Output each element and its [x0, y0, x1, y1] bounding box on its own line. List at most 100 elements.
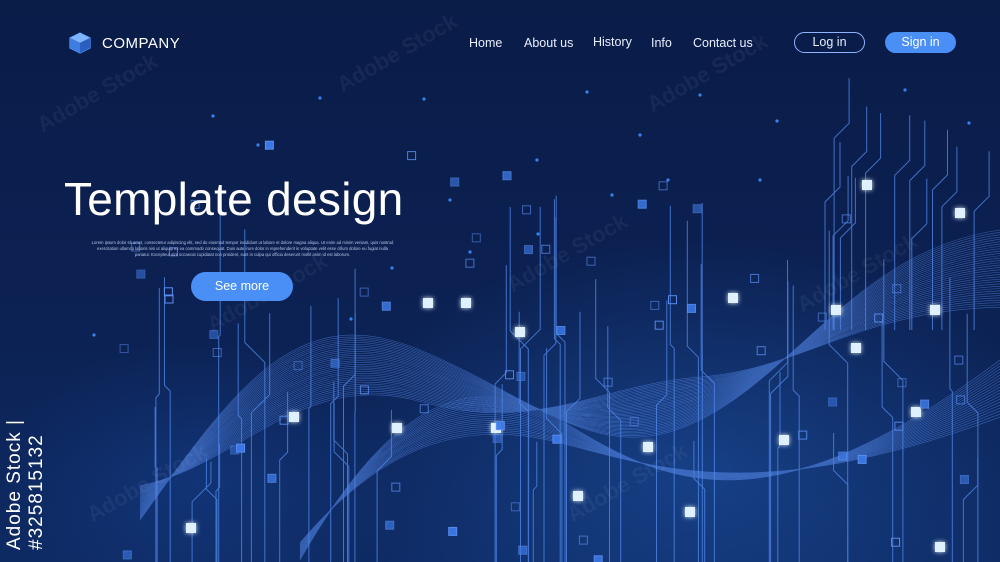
circuit-node — [556, 326, 566, 335]
circuit-trace — [520, 206, 541, 562]
nav-item-contact-us[interactable]: Contact us — [693, 36, 753, 50]
circuit-node — [448, 526, 458, 536]
circuit-trace — [553, 199, 561, 562]
circuit-trace — [546, 348, 563, 562]
circuit-node — [122, 550, 132, 560]
glowing-node — [685, 507, 695, 517]
circuit-node — [650, 300, 660, 310]
circuit-node — [828, 397, 838, 407]
mesh-wave-line — [139, 267, 1000, 504]
circuit-trace — [333, 381, 348, 562]
circuit-node — [586, 256, 596, 266]
circuit-node — [658, 181, 668, 191]
circuit-trace — [250, 313, 271, 562]
circuit-node — [492, 433, 502, 443]
mesh-wave-line — [299, 398, 1000, 549]
glowing-node — [935, 542, 945, 552]
mesh-wave-line — [139, 278, 1000, 499]
star-dot — [698, 93, 702, 97]
see-more-button[interactable]: See more — [191, 272, 293, 301]
circuit-node — [407, 151, 417, 161]
star-dot — [610, 193, 614, 197]
circuit-trace — [693, 440, 706, 562]
glowing-node — [911, 407, 921, 417]
circuit-node — [798, 430, 808, 440]
hero-title: Template design — [64, 173, 404, 225]
circuit-node — [857, 454, 867, 464]
circuit-trace — [833, 78, 850, 330]
circuit-trace — [376, 410, 392, 562]
nav-item-info[interactable]: Info — [651, 36, 672, 50]
circuit-node — [654, 320, 664, 330]
glowing-node — [831, 305, 841, 315]
glowing-node — [289, 412, 299, 422]
circuit-node — [687, 303, 696, 313]
star-dot — [92, 333, 96, 337]
circuit-node — [518, 545, 528, 555]
star-dot — [758, 178, 762, 182]
star-dot — [903, 88, 907, 92]
circuit-node — [419, 404, 429, 414]
star-dot — [318, 96, 322, 100]
glowing-node — [643, 442, 653, 452]
mesh-wave-line — [299, 386, 1000, 553]
circuit-node — [136, 269, 146, 279]
glowing-node — [573, 491, 583, 501]
mesh-wave-line — [139, 306, 1000, 486]
glowing-node — [862, 180, 872, 190]
circuit-trace — [768, 260, 788, 562]
signin-button[interactable]: Sign in — [885, 32, 956, 53]
circuit-node — [510, 502, 520, 512]
star-dot — [256, 143, 260, 147]
glowing-node — [461, 298, 471, 308]
nav-item-home[interactable]: Home — [469, 36, 502, 50]
mesh-wave-line — [299, 380, 1000, 554]
hero-description: Lorem ipsum dolor sit amet, consectetur … — [91, 240, 394, 258]
star-dot — [211, 114, 215, 118]
nav-item-history[interactable]: History — [593, 35, 632, 49]
circuit-node — [516, 371, 526, 381]
circuit-node — [450, 177, 460, 187]
star-dot — [536, 232, 540, 236]
circuit-node — [920, 399, 930, 409]
circuit-node — [381, 301, 391, 311]
login-button[interactable]: Log in — [794, 32, 865, 53]
circuit-node — [841, 214, 851, 224]
glowing-node — [515, 327, 525, 337]
star-dot — [349, 317, 353, 321]
circuit-node — [264, 140, 274, 150]
circuit-node — [471, 233, 481, 243]
mesh-wave-line — [299, 392, 1000, 551]
circuit-trace — [164, 277, 171, 562]
star-dot — [666, 178, 670, 182]
circuit-trace — [532, 441, 538, 562]
circuit-node — [750, 273, 760, 283]
glowing-node — [728, 293, 738, 303]
circuit-trace — [824, 142, 841, 330]
glowing-node — [423, 298, 433, 308]
circuit-node — [267, 473, 277, 483]
circuit-trace — [828, 230, 849, 562]
glowing-node — [392, 423, 402, 433]
circuit-trace — [962, 458, 979, 562]
circuit-node — [119, 344, 129, 354]
star-dot — [390, 266, 394, 270]
circuit-node — [959, 475, 969, 484]
circuit-node — [209, 329, 219, 339]
circuit-trace — [792, 285, 800, 562]
circuit-node — [330, 358, 340, 368]
circuit-trace — [770, 281, 789, 562]
circuit-trace — [205, 457, 218, 562]
circuit-node — [692, 204, 702, 214]
nav-item-about-us[interactable]: About us — [524, 36, 573, 50]
circuit-node — [236, 443, 246, 453]
circuit-node — [954, 355, 964, 365]
mesh-wave-line — [139, 297, 1000, 491]
star-dot — [468, 250, 472, 254]
circuit-trace — [777, 372, 781, 562]
circuit-trace — [333, 402, 350, 562]
circuit-node — [668, 295, 677, 305]
stock-id-label: Adobe Stock | #325815132 — [4, 419, 47, 550]
star-dot — [448, 198, 452, 202]
circuit-trace — [308, 305, 312, 562]
